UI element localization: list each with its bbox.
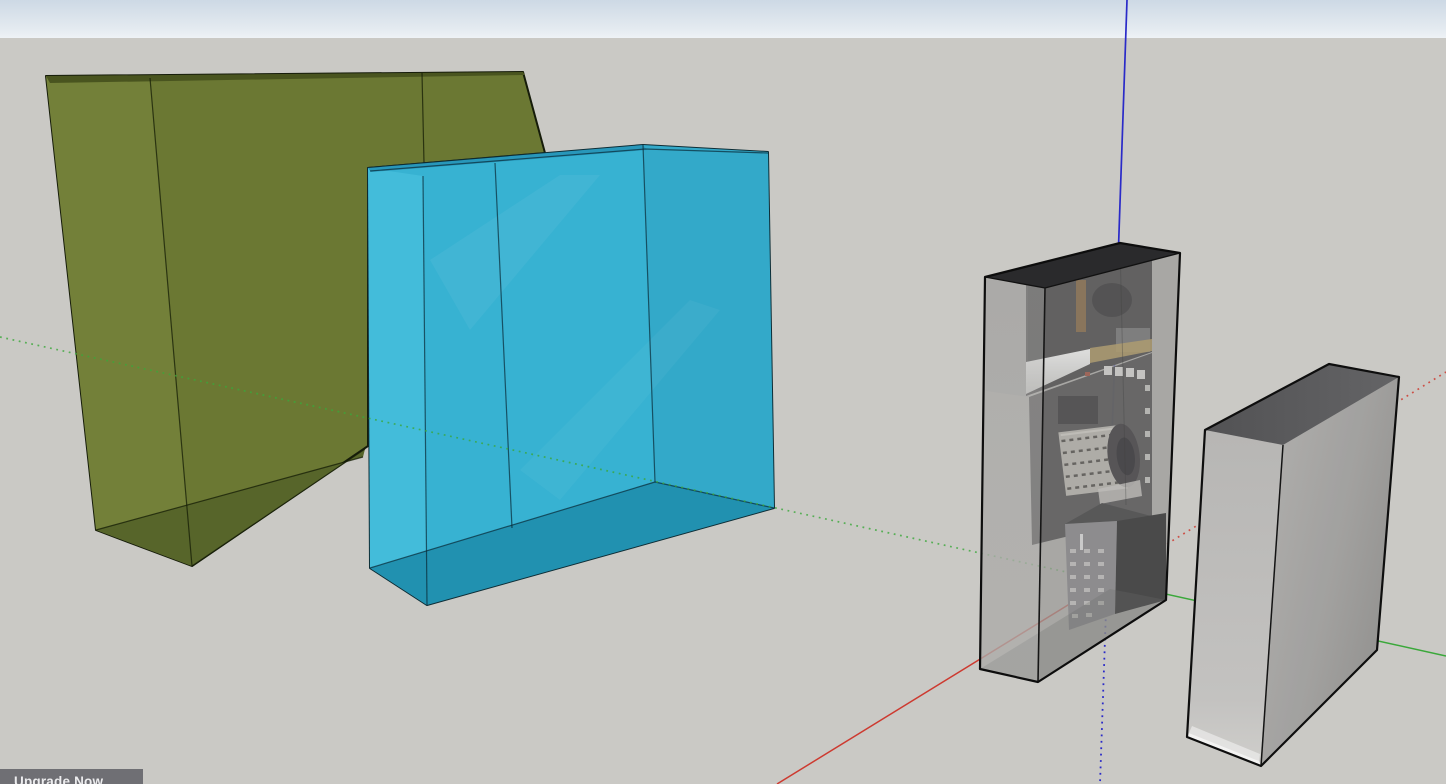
blue-box-left-face xyxy=(368,168,427,605)
viewport[interactable]: Upgrade Now xyxy=(0,0,1446,784)
blue-box-right-face xyxy=(643,145,774,508)
case-left-face xyxy=(980,277,1045,682)
upgrade-now-button[interactable]: Upgrade Now xyxy=(0,769,143,784)
upgrade-button-label[interactable]: Upgrade Now xyxy=(14,774,104,784)
model-canvas[interactable]: Upgrade Now xyxy=(0,0,1446,784)
sky xyxy=(0,0,1446,38)
